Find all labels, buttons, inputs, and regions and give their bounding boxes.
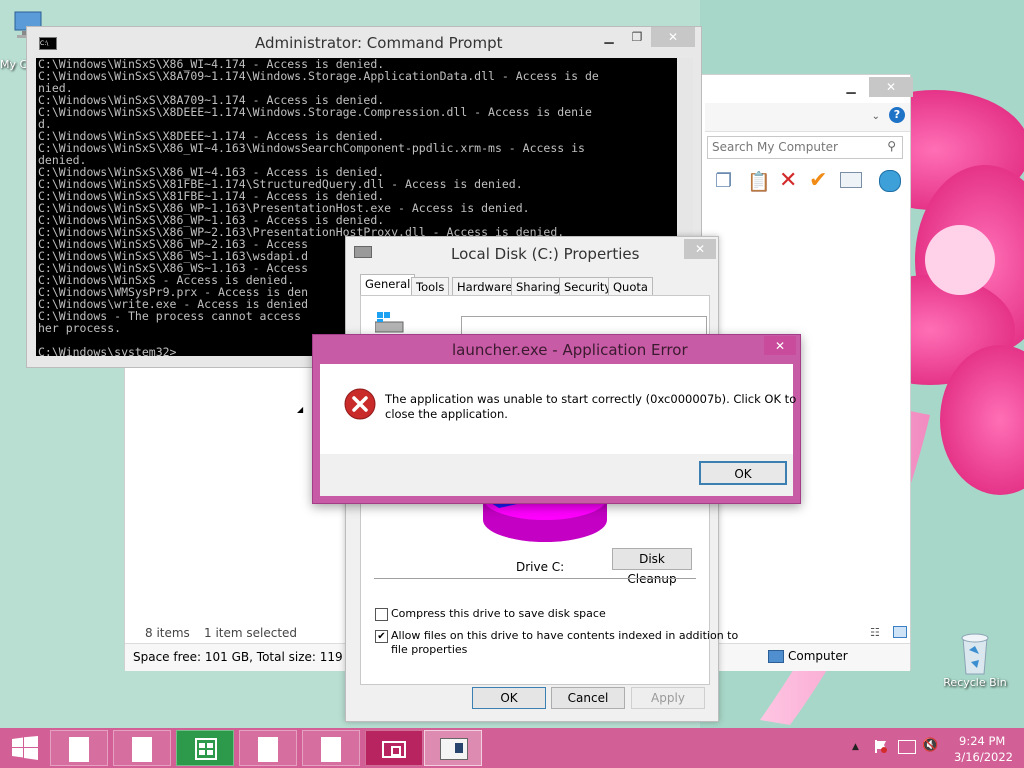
panel-divider (374, 578, 696, 579)
taskbar: ▲ 🔇 9:24 PM 3/16/2022 (0, 728, 1024, 768)
cmd-minimize-button[interactable]: ▁ (595, 27, 623, 47)
drive-label: Drive C: (516, 560, 565, 574)
explorer-icon (440, 738, 468, 760)
cmd-title: Administrator: Command Prompt (255, 34, 503, 52)
explorer-status-items: 8 items (145, 626, 190, 640)
search-placeholder: Search My Computer (712, 140, 838, 154)
location-label: Computer (788, 649, 848, 663)
recycle-bin-icon (955, 630, 995, 676)
cmd-output-line: C:\Windows\WinSxS\X8DEEE~1.174\Windows.S… (38, 105, 592, 119)
taskbar-item-file-2[interactable] (113, 730, 171, 766)
document-icon (69, 737, 89, 762)
cmd-maximize-button[interactable]: ❐ (623, 27, 651, 47)
tab-quota[interactable]: Quota (608, 277, 653, 295)
tab-sharing[interactable]: Sharing (511, 277, 566, 295)
properties-apply-button[interactable]: Apply (631, 687, 705, 709)
start-button[interactable] (0, 730, 50, 766)
explorer-close-button[interactable]: ✕ (869, 77, 913, 97)
error-body: The application was unable to start corr… (320, 364, 797, 496)
error-message-line-1: The application was unable to start corr… (385, 392, 797, 406)
explorer-search-input[interactable]: Search My Computer ⚲ (707, 136, 903, 159)
windows-logo-icon (12, 736, 38, 760)
tab-general[interactable]: General (360, 274, 416, 296)
help-icon[interactable]: ? (889, 107, 905, 123)
index-label-line-2: file properties (391, 643, 468, 656)
error-message-line-2: close the application. (385, 407, 508, 421)
application-error-dialog[interactable]: launcher.exe - Application Error ✕ The a… (312, 334, 801, 504)
properties-title: Local Disk (C:) Properties (451, 245, 640, 263)
tab-hardware[interactable]: Hardware (452, 277, 518, 295)
error-close-button[interactable]: ✕ (764, 336, 796, 355)
clock-time[interactable]: 9:24 PM (959, 734, 1005, 748)
large-icons-view-icon[interactable] (893, 626, 907, 638)
app-window-icon (382, 741, 406, 758)
disk-cleanup-button[interactable]: Disk Cleanup (612, 548, 692, 586)
error-ok-button[interactable]: OK (699, 461, 787, 485)
ribbon-expand-icon[interactable]: ⌄ (872, 111, 880, 122)
document-icon (258, 737, 278, 762)
clock-date[interactable]: 3/16/2022 (954, 750, 1013, 764)
search-icon[interactable]: ⚲ (887, 139, 896, 153)
drive-title-icon (354, 246, 372, 258)
drive-icon (374, 312, 405, 334)
document-icon (321, 737, 341, 762)
properties-ok-button[interactable]: OK (472, 687, 546, 709)
paste-icon[interactable]: 📋 (747, 170, 771, 193)
compress-checkbox[interactable] (375, 608, 388, 621)
explorer-toolbar: ❐ 📋 ✕ ✔ (715, 168, 911, 196)
computer-small-icon (768, 650, 784, 663)
properties-cancel-button[interactable]: Cancel (551, 687, 625, 709)
explorer-status-selected: 1 item selected (204, 626, 298, 640)
cmd-app-icon: C:\ (39, 37, 57, 50)
action-center-flag-icon[interactable] (874, 739, 888, 753)
error-icon (344, 388, 376, 420)
nav-expand-arrow-icon[interactable]: ◢ (297, 405, 303, 414)
volume-muted-icon[interactable]: 🔇 (922, 738, 938, 753)
explorer-minimize-button[interactable]: ▁ (837, 77, 865, 97)
copy-icon[interactable]: ❐ (715, 170, 732, 192)
cmd-close-button[interactable]: ✕ (651, 27, 695, 47)
cmd-output-line: C:\Windows\WinSxS\X8A709~1.174\Windows.S… (38, 69, 599, 83)
compress-label: Compress this drive to save disk space (391, 607, 606, 620)
index-label-line-1: Allow files on this drive to have conten… (391, 629, 739, 642)
recycle-bin-desktop-icon[interactable]: Recycle Bin (942, 630, 1008, 689)
taskbar-item-launcher[interactable] (365, 730, 423, 766)
globe-icon[interactable] (879, 170, 901, 192)
space-info: Space free: 101 GB, Total size: 119 GB (133, 650, 364, 664)
document-icon (132, 737, 152, 762)
error-message-area: The application was unable to start corr… (320, 364, 797, 454)
checkmark-icon[interactable]: ✔ (809, 168, 827, 193)
taskbar-item-explorer[interactable] (424, 730, 482, 766)
taskbar-item-file-3[interactable] (239, 730, 297, 766)
taskbar-item-store[interactable] (176, 730, 234, 766)
details-view-icon[interactable]: ☷ (870, 626, 880, 639)
error-title: launcher.exe - Application Error (452, 341, 688, 359)
cmd-output-line: C:\Windows\WinSxS\X86_WI~4.163\WindowsSe… (38, 141, 585, 155)
properties-close-button[interactable]: ✕ (684, 239, 716, 259)
tab-tools[interactable]: Tools (411, 277, 450, 295)
recycle-bin-label: Recycle Bin (943, 676, 1007, 689)
explorer-ribbon: ⌄ ? (705, 103, 910, 132)
show-hidden-icons-icon[interactable]: ▲ (852, 742, 859, 752)
taskbar-item-file-1[interactable] (50, 730, 108, 766)
rename-icon[interactable] (840, 172, 862, 188)
network-icon[interactable] (898, 740, 916, 754)
store-icon (195, 738, 217, 760)
delete-icon[interactable]: ✕ (779, 168, 797, 193)
taskbar-item-file-4[interactable] (302, 730, 360, 766)
index-checkbox[interactable]: ✔ (375, 630, 388, 643)
